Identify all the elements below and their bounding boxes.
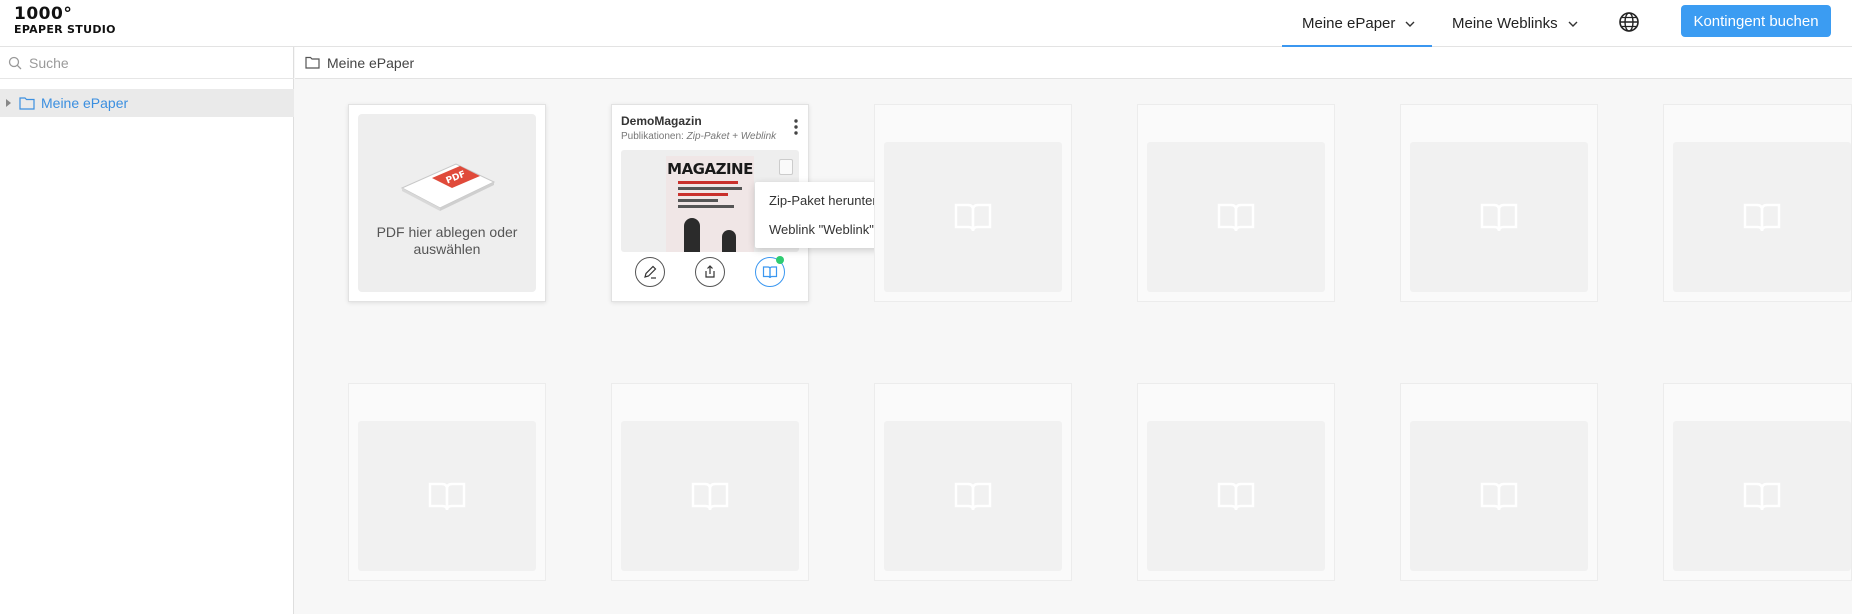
folder-icon xyxy=(305,56,320,69)
empty-epaper-slot xyxy=(1400,104,1598,302)
epaper-publications: Publikationen: Zip-Paket + Weblink xyxy=(621,131,776,142)
pdf-upload-card[interactable]: PDF PDF hier ablegen oder auswählen xyxy=(348,104,546,302)
book-icon xyxy=(428,482,466,511)
empty-slot-placeholder xyxy=(1147,421,1325,571)
share-icon xyxy=(705,265,715,278)
search-bar xyxy=(0,47,294,79)
magazine-cover: MAGAZINE xyxy=(666,156,754,252)
book-icon xyxy=(1217,482,1255,511)
epaper-title: DemoMagazin xyxy=(621,114,702,128)
empty-slot-placeholder xyxy=(1673,421,1851,571)
empty-slot-placeholder xyxy=(1410,142,1588,292)
pencil-icon xyxy=(644,265,657,279)
empty-epaper-slot xyxy=(1663,383,1852,581)
empty-slot-placeholder xyxy=(884,421,1062,571)
empty-epaper-slot xyxy=(1137,104,1335,302)
pdf-file-icon xyxy=(779,159,793,175)
tree-item-meine-epaper[interactable]: Meine ePaper xyxy=(0,89,294,117)
cover-lines xyxy=(678,181,742,211)
nav-label: Meine Weblinks xyxy=(1452,15,1558,32)
chevron-down-icon xyxy=(1405,21,1415,27)
logo-text: EPAPER STUDIO xyxy=(14,23,116,36)
share-button[interactable] xyxy=(695,257,725,287)
nav-label: Meine ePaper xyxy=(1302,15,1396,32)
search-icon xyxy=(8,56,22,69)
empty-epaper-slot xyxy=(611,383,809,581)
cover-person xyxy=(722,230,736,252)
upload-instruction: PDF hier ablegen oder auswählen xyxy=(376,224,518,257)
logo-mark: 1000° xyxy=(14,4,73,24)
book-icon xyxy=(1743,482,1781,511)
status-dot xyxy=(776,256,784,264)
empty-epaper-slot xyxy=(1663,104,1852,302)
pdf-drop-zone[interactable]: PDF PDF hier ablegen oder auswählen xyxy=(358,114,536,292)
empty-epaper-slot xyxy=(1137,383,1335,581)
sidebar: Meine ePaper xyxy=(0,47,294,614)
globe-icon[interactable] xyxy=(1618,11,1640,33)
empty-slot-placeholder xyxy=(884,142,1062,292)
empty-slot-placeholder xyxy=(1410,421,1588,571)
breadcrumb: Meine ePaper xyxy=(295,47,1852,79)
book-icon xyxy=(954,203,992,232)
search-input[interactable] xyxy=(29,54,269,71)
empty-slot-placeholder xyxy=(358,421,536,571)
empty-epaper-slot xyxy=(874,104,1072,302)
empty-slot-placeholder xyxy=(621,421,799,571)
book-icon xyxy=(1480,482,1518,511)
pdf-document-icon: PDF xyxy=(400,163,496,211)
book-icon xyxy=(1217,203,1255,232)
kontingent-buchen-button[interactable]: Kontingent buchen xyxy=(1681,5,1831,37)
book-icon xyxy=(1480,203,1518,232)
book-icon xyxy=(691,482,729,511)
empty-slot-placeholder xyxy=(1147,142,1325,292)
tree-item-label: Meine ePaper xyxy=(41,95,129,111)
publications-value: Zip-Paket + Weblink xyxy=(686,131,777,142)
publications-prefix: Publikationen: xyxy=(621,131,684,142)
book-icon xyxy=(1743,203,1781,232)
epaper-actions xyxy=(612,256,810,291)
more-options-icon[interactable] xyxy=(794,119,798,135)
nav-meine-weblinks[interactable]: Meine Weblinks xyxy=(1452,0,1578,47)
cover-title: MAGAZINE xyxy=(667,160,753,178)
chevron-down-icon xyxy=(1568,21,1578,27)
empty-epaper-slot xyxy=(874,383,1072,581)
breadcrumb-label[interactable]: Meine ePaper xyxy=(327,55,414,71)
empty-epaper-slot xyxy=(1400,383,1598,581)
edit-button[interactable] xyxy=(635,257,665,287)
folder-icon xyxy=(19,97,35,110)
empty-epaper-slot xyxy=(348,383,546,581)
empty-slot-placeholder xyxy=(1673,142,1851,292)
cover-person xyxy=(684,218,700,252)
book-open-icon xyxy=(762,266,778,279)
caret-right-icon[interactable] xyxy=(6,99,11,107)
app-header: 1000° EPAPER STUDIO Meine ePaper Meine W… xyxy=(0,0,1852,47)
logo[interactable]: 1000° EPAPER STUDIO xyxy=(14,5,116,36)
book-icon xyxy=(954,482,992,511)
nav-meine-epaper[interactable]: Meine ePaper xyxy=(1302,0,1415,47)
